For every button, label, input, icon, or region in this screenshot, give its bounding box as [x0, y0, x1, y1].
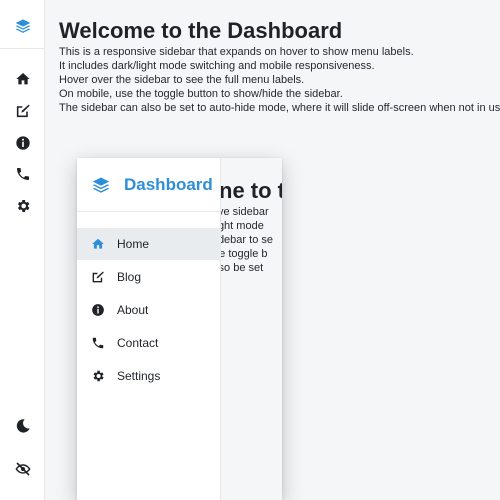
description-line: The sidebar can also be set to auto-hide… — [59, 102, 500, 114]
main-content: Welcome to the Dashboard This is a respo… — [59, 17, 500, 115]
sidebar-brand[interactable]: Dashboard — [77, 158, 221, 212]
sidebar-item-settings[interactable]: Settings — [77, 360, 221, 392]
description-line: This is a responsive sidebar that expand… — [59, 46, 414, 58]
description-line: On mobile, use the toggle button to show… — [59, 88, 343, 100]
expanded-sidebar: Dashboard Home Blog About Contact Settin… — [77, 158, 221, 500]
phone-icon[interactable] — [0, 162, 45, 186]
phone-icon — [92, 337, 104, 349]
gear-icon — [93, 370, 104, 382]
brand-label: Dashboard — [124, 174, 213, 194]
sidebar-item-label: About — [117, 303, 149, 317]
home-icon[interactable] — [0, 67, 45, 91]
sidebar-item-label: Blog — [117, 270, 142, 284]
sidebar-item-contact[interactable]: Contact — [77, 327, 221, 359]
sidebar-item-label: Contact — [117, 336, 159, 350]
page-title: Welcome to the Dashboard — [59, 18, 343, 43]
layers-icon[interactable] — [0, 14, 45, 38]
sidebar-item-blog[interactable]: Blog — [77, 261, 221, 293]
edit-icon — [92, 271, 104, 283]
info-icon[interactable] — [0, 131, 45, 155]
info-icon — [92, 304, 104, 316]
collapsed-sidebar — [0, 0, 45, 500]
sidebar-item-home[interactable]: Home — [77, 228, 221, 260]
preview-title: ne to t — [219, 178, 282, 203]
mobile-preview-window: ne to t sive sidebar /light mode sidebar… — [77, 158, 282, 500]
description-line: It includes dark/light mode switching an… — [59, 60, 375, 72]
rail-divider — [0, 48, 45, 49]
gear-icon[interactable] — [0, 194, 45, 218]
layers-icon — [92, 177, 110, 193]
moon-icon[interactable] — [0, 414, 45, 438]
sidebar-item-label: Settings — [117, 369, 161, 383]
home-icon — [92, 238, 104, 249]
sidebar-item-label: Home — [117, 237, 150, 251]
edit-icon[interactable] — [0, 99, 45, 123]
description-line: Hover over the sidebar to see the full m… — [59, 74, 305, 86]
sidebar-item-about[interactable]: About — [77, 294, 221, 326]
eye-slash-icon[interactable] — [0, 457, 45, 481]
